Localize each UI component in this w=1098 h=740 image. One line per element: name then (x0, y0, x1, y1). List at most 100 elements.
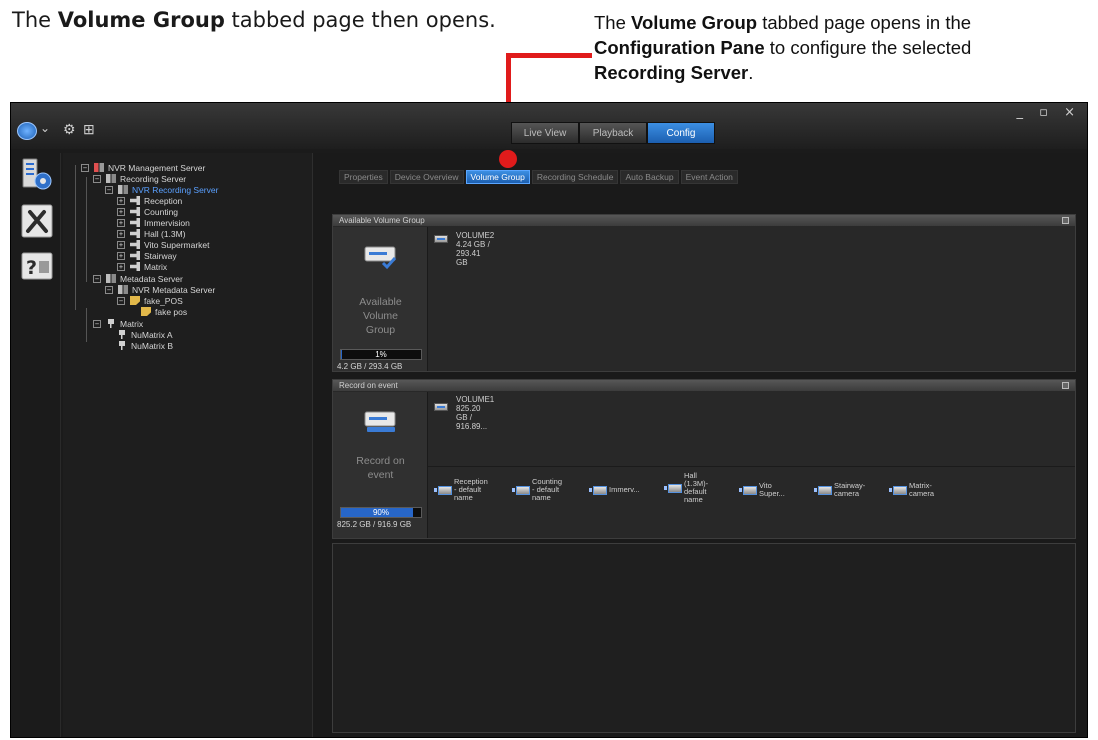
usage-size: 4.2 GB / 293.4 GB (337, 362, 403, 371)
caption-line: event (367, 469, 394, 481)
tree-node-pos[interactable]: − fake_POS (117, 295, 183, 306)
volume-line: 293.41 (456, 249, 481, 258)
camera-icon (589, 486, 607, 495)
camera-item[interactable]: Reception - default name (434, 478, 488, 502)
usage-bar-fill (341, 350, 342, 359)
volume-group-summary[interactable]: Record on event 90% 825.2 GB / 916.9 GB (333, 392, 428, 538)
tree-node-pos-item[interactable]: fake pos (141, 306, 187, 317)
pin-icon[interactable] (1062, 217, 1069, 224)
tools-icon[interactable] (21, 204, 53, 238)
tree-node-nvr-metadata-server[interactable]: − NVR Metadata Server (105, 284, 215, 295)
tree-node-metadata-server-group[interactable]: − Metadata Server (93, 273, 183, 284)
volume-line: VOLUME2 (456, 231, 495, 240)
tab-device-overview[interactable]: Device Overview (389, 170, 464, 184)
pin-icon[interactable] (1062, 382, 1069, 389)
expand-icon[interactable]: + (117, 240, 125, 249)
mode-live-view[interactable]: Live View (511, 122, 579, 144)
tree-node-camera[interactable]: + Reception (117, 195, 182, 206)
camera-item[interactable]: Vito Super... (739, 482, 785, 498)
intro-text-1: The (12, 8, 58, 32)
mode-switcher: Live View Playback Config (511, 122, 715, 144)
server-icon (118, 185, 128, 194)
volume-item[interactable]: VOLUME2 4.24 GB / 293.41 GB (434, 231, 494, 267)
tree-node-camera[interactable]: + Counting (117, 206, 178, 217)
panel-header: Record on event (333, 380, 1075, 391)
tree-node-camera[interactable]: + Stairway (117, 250, 177, 261)
camera-line: camera (834, 489, 860, 498)
tree-node-label: Reception (144, 195, 183, 206)
tree-node-camera[interactable]: + Hall (1.3M) (117, 228, 186, 239)
layout-icon[interactable]: ⊞ (83, 121, 95, 138)
device-tree: − NVR Management Server − Recording Server… (63, 153, 313, 737)
tab-volume-group[interactable]: Volume Group (465, 170, 530, 184)
icon-sidebar: ? (11, 153, 61, 737)
user-settings-icon[interactable]: ⚙ (63, 121, 76, 138)
collapse-icon[interactable]: − (117, 296, 125, 305)
volume-group-summary[interactable]: Available Volume Group 1% 4.2 GB / 293.4… (333, 227, 428, 371)
tree-node-camera[interactable]: + Matrix (117, 261, 167, 272)
tree-node-label: fake_POS (144, 295, 183, 306)
tree-node-label: Hall (1.3M) (144, 228, 186, 239)
expand-icon[interactable]: + (117, 207, 125, 216)
expand-icon[interactable]: + (117, 251, 125, 260)
tree-node-label: NVR Recording Server (132, 184, 219, 195)
camera-item[interactable]: Counting - default name (512, 478, 562, 502)
camera-item[interactable]: Immerv... (589, 486, 640, 495)
collapse-icon[interactable]: − (93, 319, 101, 328)
expand-icon[interactable]: + (117, 262, 125, 271)
tab-auto-backup[interactable]: Auto Backup (620, 170, 679, 184)
camera-item[interactable]: Hall (1.3M)- default name (664, 472, 708, 504)
mode-config[interactable]: Config (647, 122, 715, 144)
panel-title: Record on event (339, 381, 398, 390)
matrix-icon (119, 341, 125, 350)
app-logo-icon[interactable] (17, 122, 37, 140)
tree-node-recording-server[interactable]: − Recording Server (93, 173, 186, 184)
tree-node-label: NVR Metadata Server (132, 284, 216, 295)
expand-icon[interactable]: + (117, 229, 125, 238)
collapse-icon[interactable]: − (93, 274, 101, 283)
panel-header: Available Volume Group (333, 215, 1075, 226)
tab-recording-schedule[interactable]: Recording Schedule (531, 170, 619, 184)
callout-bold-2: Configuration Pane (594, 37, 765, 58)
callout-bold-3: Recording Server (594, 62, 749, 83)
volume-line: GB (456, 258, 468, 267)
chevron-down-icon[interactable]: ⌄ (40, 121, 50, 135)
tree-node-matrix[interactable]: NuMatrix B (117, 340, 173, 351)
volume-line: VOLUME1 (456, 395, 495, 404)
tree-node-label: Immervision (144, 217, 190, 228)
camera-icon (814, 486, 832, 495)
camera-item[interactable]: Matrix-camera (889, 482, 934, 498)
camera-icon (889, 486, 907, 495)
tree-node-camera[interactable]: + Vito Supermarket (117, 239, 210, 250)
tree-node-camera[interactable]: + Immervision (117, 217, 190, 228)
hard-drive-icon (434, 235, 448, 243)
tree-connector (75, 165, 76, 310)
intro-caption: The Volume Group tabbed page then opens. (12, 8, 496, 32)
usage-bar: 1% (340, 349, 422, 360)
camera-item[interactable]: Stairway-camera (814, 482, 865, 498)
volume-item[interactable]: VOLUME1 825.20 GB / 916.89... (434, 395, 494, 431)
volume-line: 4.24 GB / (456, 240, 490, 249)
collapse-icon[interactable]: − (93, 174, 101, 183)
callout-text-3: to configure the selected (764, 37, 972, 58)
server-config-icon[interactable] (21, 157, 53, 191)
window-controls[interactable]: _ ▫ × (1017, 105, 1081, 120)
expand-icon[interactable]: + (117, 218, 125, 227)
tree-node-matrix[interactable]: NuMatrix A (117, 329, 173, 340)
camera-icon (130, 240, 140, 249)
collapse-icon[interactable]: − (105, 285, 113, 294)
usage-size: 825.2 GB / 916.9 GB (337, 520, 412, 529)
svg-text:?: ? (26, 257, 37, 279)
tree-node-matrix-group[interactable]: − Matrix (93, 318, 143, 329)
collapse-icon[interactable]: − (81, 163, 89, 172)
help-icon[interactable]: ? (21, 249, 53, 283)
mode-playback[interactable]: Playback (579, 122, 647, 144)
collapse-icon[interactable]: − (105, 185, 113, 194)
tab-event-action[interactable]: Event Action (680, 170, 738, 184)
tree-node-management-server[interactable]: − NVR Management Server (81, 162, 205, 173)
tab-properties[interactable]: Properties (339, 170, 388, 184)
record-on-event-panel: Record on event Record on event 90% 825.… (332, 379, 1076, 539)
tree-node-label: Matrix (144, 261, 168, 272)
expand-icon[interactable]: + (117, 196, 125, 205)
tree-node-nvr-recording-server[interactable]: − NVR Recording Server (105, 184, 218, 195)
